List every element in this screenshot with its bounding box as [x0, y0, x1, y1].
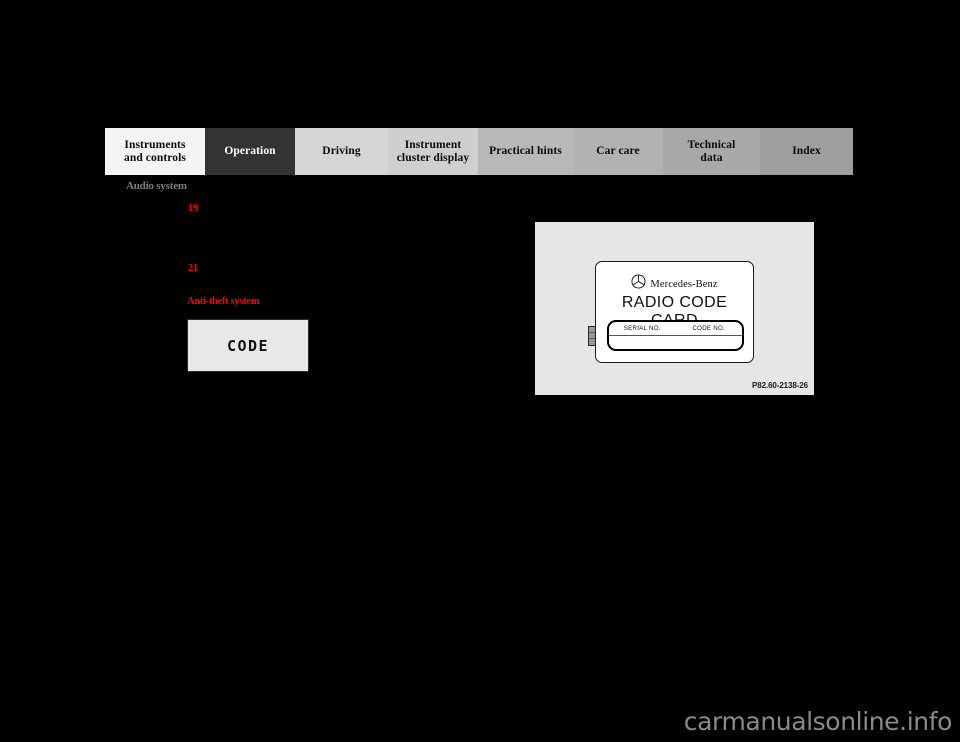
tab-instrument-cluster-display[interactable]: Instrument cluster display: [388, 128, 478, 175]
tab-label: Technical data: [687, 138, 736, 164]
site-watermark: carmanualsonline.info: [683, 707, 953, 736]
tab-label: Operation: [224, 145, 276, 157]
mercedes-star-icon: [631, 274, 646, 294]
field-label-code-no: CODE NO.: [692, 325, 726, 332]
tab-label: Practical hints: [489, 145, 562, 157]
card-field-labels: SERIAL NO. CODE NO.: [609, 324, 742, 336]
field-label-serial-no: SERIAL NO.: [623, 325, 661, 332]
code-display-panel: CODE: [187, 319, 309, 372]
tab-instruments-and-controls[interactable]: Instruments and controls: [105, 128, 205, 175]
tab-label: Index: [792, 145, 821, 157]
section-title: Audio system: [126, 180, 187, 192]
manual-page: Instruments and controls Operation Driving…: [0, 0, 960, 742]
card-field-box: SERIAL NO. CODE NO.: [607, 320, 744, 351]
subheading-marker-2: 21: [188, 263, 198, 274]
subheading-marker-1: 19: [188, 203, 198, 214]
tab-operation[interactable]: Operation: [205, 128, 295, 175]
tab-label: Driving: [322, 145, 361, 157]
tab-index[interactable]: Index: [760, 128, 853, 175]
tab-practical-hints[interactable]: Practical hints: [478, 128, 573, 175]
brand-row: Mercedes-Benz: [596, 274, 753, 294]
tab-label: Instruments and controls: [123, 138, 186, 164]
tab-label: Instrument cluster display: [396, 138, 470, 164]
chapter-tab-bar: Instruments and controls Operation Driving…: [105, 128, 853, 175]
tab-car-care[interactable]: Car care: [573, 128, 663, 175]
tab-driving[interactable]: Driving: [295, 128, 388, 175]
subheading-anti-theft-system: Anti-theft system: [187, 296, 260, 307]
code-display-text: CODE: [226, 336, 270, 355]
radio-code-card-figure: Mercedes-Benz RADIO CODE CARD SERIAL NO.…: [535, 222, 814, 395]
brand-name: Mercedes-Benz: [650, 278, 718, 290]
figure-caption: P82.60-2138-26: [752, 381, 808, 390]
radio-code-card: Mercedes-Benz RADIO CODE CARD SERIAL NO.…: [595, 261, 754, 363]
tab-label: Car care: [596, 145, 640, 157]
tab-technical-data[interactable]: Technical data: [663, 128, 760, 175]
